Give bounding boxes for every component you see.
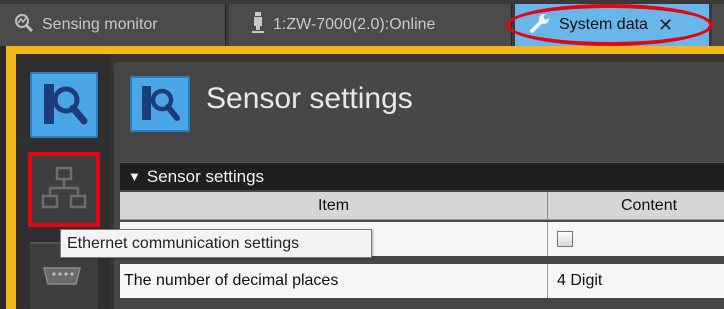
row-content xyxy=(549,222,724,256)
annotation-ellipse xyxy=(506,4,713,46)
section-header-sensor-settings[interactable]: ▼ Sensor settings xyxy=(120,162,724,190)
page-title: Sensor settings xyxy=(206,82,413,115)
sidebar-button-sensor-settings[interactable] xyxy=(30,72,98,138)
table-header: Item Content xyxy=(120,192,724,220)
tooltip: Ethernet communication settings xyxy=(60,229,372,258)
tab-label: 1:ZW-7000(2.0):Online xyxy=(273,16,436,33)
row-item-label: The number of decimal places xyxy=(120,264,548,298)
section-label: Sensor settings xyxy=(146,166,265,186)
network-icon xyxy=(41,166,87,209)
page-header-icon xyxy=(130,76,190,132)
sensor-probe-icon xyxy=(251,11,265,39)
column-header-content: Content xyxy=(621,197,678,214)
tab-online-device[interactable]: 1:ZW-7000(2.0):Online xyxy=(229,4,512,46)
column-header-item: Item xyxy=(120,192,548,220)
checkbox[interactable] xyxy=(557,231,573,247)
magnifier-chart-icon xyxy=(14,13,34,38)
collapse-triangle-icon: ▼ xyxy=(128,169,141,184)
tab-label: Sensing monitor xyxy=(42,16,158,33)
tab-sensing-monitor[interactable]: Sensing monitor xyxy=(0,4,226,46)
magnifier-chart-icon xyxy=(142,86,180,121)
table-row: The number of decimal places 4 Digit xyxy=(120,264,724,298)
decimal-places-value[interactable]: 4 Digit xyxy=(549,264,724,298)
magnifier-chart-icon xyxy=(44,84,88,125)
tab-strip-edge xyxy=(712,4,724,46)
sidebar-button-ethernet[interactable] xyxy=(28,152,100,227)
